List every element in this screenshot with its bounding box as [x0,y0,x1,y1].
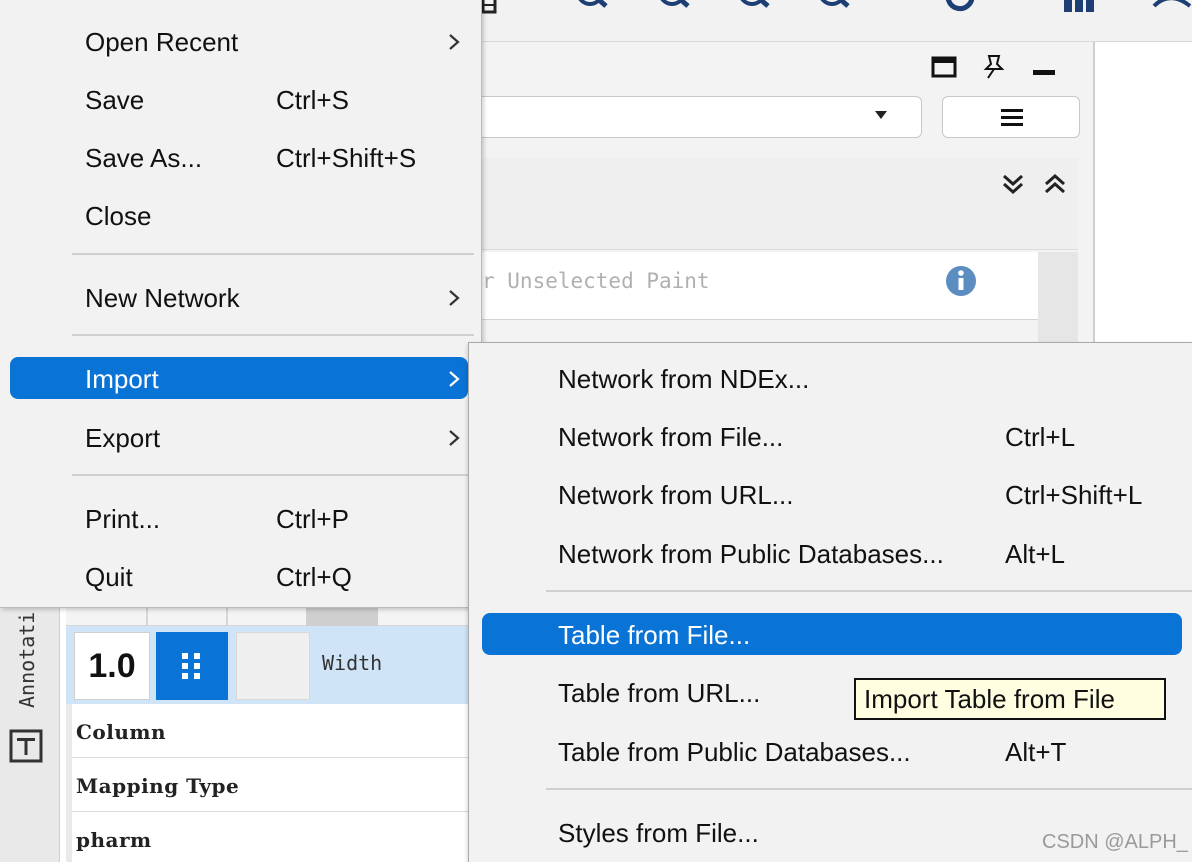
menu-item-quit[interactable]: Quit Ctrl+Q [0,551,482,603]
submenu-item-label: Network from URL... [558,480,794,510]
submenu-item-shortcut: Ctrl+L [1005,422,1076,452]
submenu-item-label: Styles from File... [558,818,759,848]
refresh-icon[interactable] [942,0,982,22]
zoom-selected-icon[interactable] [812,0,852,22]
submenu-item-shortcut: Ctrl+Shift+L [1005,480,1143,510]
menu-item-shortcut: Ctrl+Shift+S [276,143,417,173]
panel-scrollbar[interactable] [1038,252,1078,342]
column-divider [306,608,378,626]
submenu-item-network-from-public-databases[interactable]: Network from Public Databases... Alt+L [468,528,1192,580]
menu-item-label: Quit [85,562,133,592]
submenu-item-table-from-public-databases[interactable]: Table from Public Databases... Alt+T [468,726,1192,778]
mapping-dots-icon [182,653,200,679]
chevron-right-icon [449,34,460,50]
menu-item-label: Import [85,364,159,394]
float-panel-icon[interactable] [930,52,958,82]
column-row[interactable]: Column [66,706,468,758]
menu-item-save-as[interactable]: Save As... Ctrl+Shift+S [0,132,482,184]
menu-item-label: Save As... [85,143,203,173]
properties-header [482,158,1078,250]
menu-item-close[interactable]: Close [0,190,482,242]
menu-item-highlight [10,357,468,399]
unselected-paint-label: r Unselected Paint [482,269,710,293]
submenu-item-shortcut: Alt+T [1005,737,1067,767]
menu-item-shortcut: Ctrl+P [276,504,349,534]
chevron-right-icon [449,371,460,387]
submenu-separator [546,590,1192,592]
menu-item-open-recent[interactable]: Open Recent [0,16,482,68]
menu-item-label: Open Recent [85,27,239,57]
bypass-cell[interactable] [236,632,310,700]
submenu-item-label: Table from File... [558,620,751,650]
options-menu-button[interactable] [942,96,1080,138]
zoom-in-icon[interactable] [570,0,610,22]
mapping-button[interactable] [156,632,228,700]
submenu-item-network-from-file[interactable]: Network from File... Ctrl+L [468,411,1192,463]
menu-separator [72,334,474,336]
submenu-item-label: Network from NDEx... [558,364,810,394]
eye-icon[interactable] [1150,0,1192,22]
menu-item-save[interactable]: Save Ctrl+S [0,74,482,126]
menu-item-label: Export [85,423,161,453]
expand-all-icon[interactable] [1000,170,1026,200]
width-property-label: Width [322,651,383,675]
watermark: CSDN @ALPH_ [1042,831,1188,853]
table-icon[interactable] [482,0,498,22]
column-divider [146,608,148,626]
info-icon[interactable] [944,264,978,298]
hamburger-icon [1001,109,1023,126]
dropdown-arrow-icon [875,111,887,119]
column-row-label: Column [76,720,167,744]
mapping-type-row[interactable]: Mapping Type [66,760,468,812]
pharm-row[interactable]: pharm [66,814,468,862]
menu-item-import[interactable]: Import [0,353,482,405]
menu-item-export[interactable]: Export [0,412,482,464]
menu-separator [72,253,474,255]
submenu-item-label: Network from File... [558,422,784,452]
collapse-all-icon[interactable] [1042,170,1068,200]
menu-item-new-network[interactable]: New Network [0,272,482,324]
menu-item-shortcut: Ctrl+Q [276,562,352,592]
submenu-item-network-from-ndex[interactable]: Network from NDEx... [468,353,1192,405]
submenu-item-label: Network from Public Databases... [558,539,944,569]
zoom-out-icon[interactable] [652,0,692,22]
text-annotation-icon[interactable] [8,728,44,764]
submenu-item-label: Table from Public Databases... [558,737,911,767]
menu-item-label: Save [85,85,145,115]
menu-item-print[interactable]: Print... Ctrl+P [0,493,482,545]
property-table-top-row [66,608,468,626]
menu-separator [72,474,474,476]
submenu-item-shortcut: Alt+L [1005,539,1065,569]
style-selector-dropdown[interactable] [482,96,922,138]
width-default-value[interactable]: 1.0 [74,632,150,700]
menu-item-shortcut: Ctrl+S [276,85,349,115]
mapping-type-row-label: Mapping Type [76,774,240,798]
menu-item-label: Print... [85,504,161,534]
annotation-tab-label[interactable]: Annotati [12,612,42,722]
pin-icon[interactable] [980,52,1008,82]
minimize-icon[interactable] [1030,52,1058,82]
zoom-fit-icon[interactable] [732,0,772,22]
tooltip: Import Table from File [854,678,1166,720]
column-divider [226,608,228,626]
grid-icon[interactable] [1062,0,1098,22]
menu-item-label: New Network [85,283,240,313]
chevron-right-icon [449,290,460,306]
submenu-separator [546,788,1192,790]
property-table-border [66,704,72,862]
main-toolbar [482,0,1192,42]
submenu-item-network-from-url[interactable]: Network from URL... Ctrl+Shift+L [468,469,1192,521]
submenu-item-label: Table from URL... [558,678,761,708]
pharm-row-label: pharm [76,828,152,852]
submenu-item-table-from-file[interactable]: Table from File... [468,609,1192,661]
menu-item-label: Close [85,201,152,231]
chevron-right-icon [449,430,460,446]
file-menu: Open Recent Save Ctrl+S Save As... Ctrl+… [0,0,482,608]
